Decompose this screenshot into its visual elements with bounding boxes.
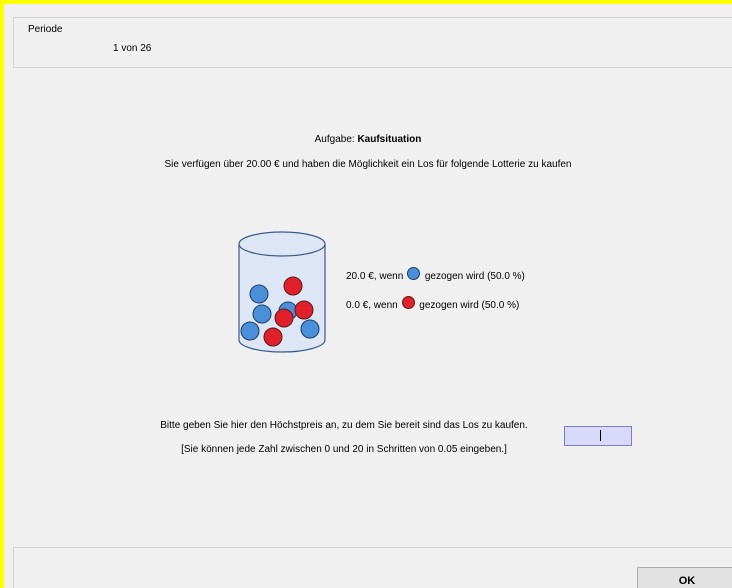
ball-blue — [300, 319, 320, 339]
outcome-lose-amount: 0.0 €, wenn — [346, 300, 398, 311]
ball-blue — [240, 321, 260, 341]
ball-red — [263, 327, 283, 347]
task-title-name: Kaufsituation — [357, 134, 422, 145]
ok-button[interactable]: OK — [637, 567, 732, 588]
text-caret — [600, 430, 601, 441]
bottom-panel — [13, 547, 732, 588]
outcome-lose-text: gezogen wird (50.0 %) — [419, 300, 520, 311]
ball-red — [294, 300, 314, 320]
ball-blue — [252, 304, 272, 324]
period-legend: Periode — [26, 24, 65, 35]
period-value: 1 von 26 — [113, 43, 152, 54]
task-description: Sie verfügen über 20.00 € und haben die … — [164, 159, 572, 170]
outcome-win-text: gezogen wird (50.0 %) — [424, 271, 525, 282]
max-price-input[interactable] — [564, 426, 632, 446]
blue-ball-icon — [407, 267, 421, 280]
task-title: Aufgabe: Kaufsituation — [4, 134, 732, 145]
lottery-urn-image — [238, 231, 326, 353]
price-instruction: Bitte geben Sie hier den Höchstpreis an,… — [160, 420, 528, 431]
price-hint: [Sie können jede Zahl zwischen 0 und 20 … — [181, 444, 507, 455]
experiment-window: Periode 1 von 26 Aufgabe: Kaufsituation … — [4, 4, 732, 588]
outcome-win-amount: 20.0 €, wenn — [346, 271, 404, 282]
outcome-lose: 0.0 €, wenn gezogen wird (50.0 %) — [346, 296, 520, 311]
ball-red — [274, 308, 294, 328]
ball-red — [283, 276, 303, 296]
red-ball-icon — [401, 296, 415, 309]
outcome-win: 20.0 €, wenn gezogen wird (50.0 %) — [346, 267, 525, 282]
ball-blue — [249, 284, 269, 304]
task-title-prefix: Aufgabe: — [314, 134, 358, 145]
